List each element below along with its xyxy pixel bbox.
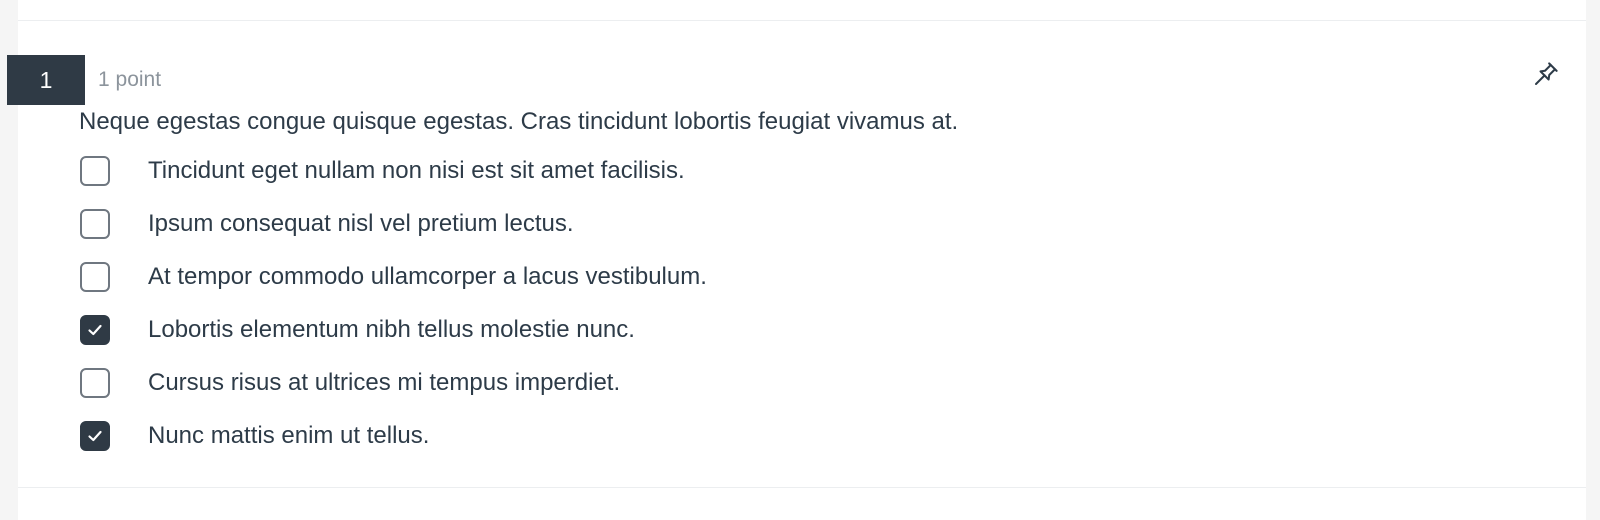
checkbox-checked[interactable] <box>80 314 110 345</box>
checkmark-icon <box>88 324 102 335</box>
checkbox-unchecked[interactable] <box>80 208 110 239</box>
pin-icon <box>1531 59 1561 94</box>
question-number-badge: 1 <box>7 55 85 105</box>
answer-option-label: Ipsum consequat nisl vel pretium lectus. <box>148 209 574 237</box>
answer-option-label: Nunc mattis enim ut tellus. <box>148 421 430 449</box>
top-divider <box>18 20 1586 21</box>
answer-options-list: Tincidunt eget nullam non nisi est sit a… <box>79 144 1479 462</box>
answer-option[interactable]: Tincidunt eget nullam non nisi est sit a… <box>79 144 1479 197</box>
checkbox-checked[interactable] <box>80 420 110 451</box>
answer-option-label: Tincidunt eget nullam non nisi est sit a… <box>148 156 685 184</box>
question-text: Neque egestas congue quisque egestas. Cr… <box>79 108 959 135</box>
pin-question-button[interactable] <box>1530 60 1562 92</box>
question-card: 1 1 point Neque egestas congue quisque e… <box>7 0 1586 520</box>
checkbox-unchecked[interactable] <box>80 261 110 292</box>
answer-option-label: At tempor commodo ullamcorper a lacus ve… <box>148 262 707 290</box>
answer-option[interactable]: Ipsum consequat nisl vel pretium lectus. <box>79 197 1479 250</box>
checkbox-unchecked[interactable] <box>80 155 110 186</box>
answer-option[interactable]: Lobortis elementum nibh tellus molestie … <box>79 303 1479 356</box>
checkmark-icon <box>88 430 102 441</box>
bottom-divider <box>18 487 1586 488</box>
answer-option-label: Lobortis elementum nibh tellus molestie … <box>148 315 635 343</box>
checkbox-unchecked[interactable] <box>80 367 110 398</box>
question-points: 1 point <box>98 68 162 91</box>
answer-option[interactable]: At tempor commodo ullamcorper a lacus ve… <box>79 250 1479 303</box>
answer-option[interactable]: Cursus risus at ultrices mi tempus imper… <box>79 356 1479 409</box>
answer-option[interactable]: Nunc mattis enim ut tellus. <box>79 409 1479 462</box>
answer-option-label: Cursus risus at ultrices mi tempus imper… <box>148 368 621 396</box>
